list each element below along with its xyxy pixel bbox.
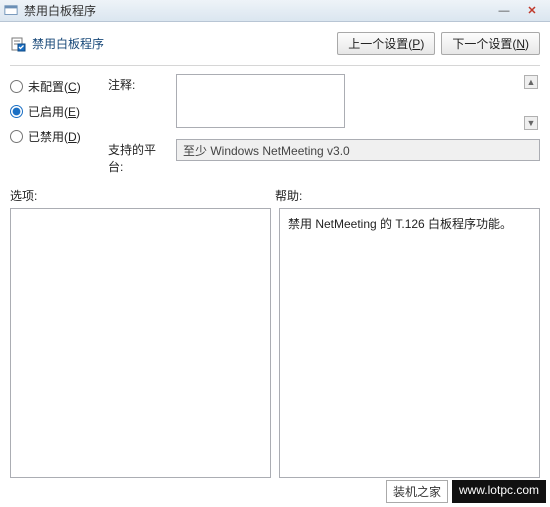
- app-icon: [4, 4, 18, 18]
- comment-label: 注释:: [108, 74, 168, 93]
- close-button[interactable]: ✕: [518, 2, 546, 20]
- options-panel[interactable]: [10, 208, 271, 478]
- radio-enabled-input[interactable]: [10, 105, 23, 118]
- policy-title: 禁用白板程序: [32, 35, 104, 52]
- watermark: 装机之家 www.lotpc.com: [386, 480, 546, 503]
- help-label: 帮助:: [275, 187, 540, 204]
- scroll-down-icon[interactable]: ▼: [524, 116, 538, 130]
- state-radio-group: 未配置(C) 已启用(E) 已禁用(D): [10, 74, 108, 175]
- platform-value: 至少 Windows NetMeeting v3.0: [176, 139, 540, 161]
- comment-input[interactable]: [176, 74, 345, 128]
- minimize-button[interactable]: —: [490, 2, 518, 20]
- radio-enabled[interactable]: 已启用(E): [10, 103, 108, 120]
- options-label: 选项:: [10, 187, 275, 204]
- watermark-brand: 装机之家: [386, 480, 448, 503]
- radio-not-configured[interactable]: 未配置(C): [10, 78, 108, 95]
- policy-header: 禁用白板程序: [10, 35, 104, 52]
- radio-disabled-input[interactable]: [10, 130, 23, 143]
- next-setting-button[interactable]: 下一个设置(N): [441, 32, 540, 55]
- help-text: 禁用 NetMeeting 的 T.126 白板程序功能。: [288, 217, 512, 231]
- scroll-up-icon[interactable]: ▲: [524, 75, 538, 89]
- policy-icon: [10, 36, 26, 52]
- window-title: 禁用白板程序: [24, 2, 490, 19]
- watermark-url: www.lotpc.com: [452, 480, 546, 503]
- radio-disabled[interactable]: 已禁用(D): [10, 128, 108, 145]
- radio-not-configured-input[interactable]: [10, 80, 23, 93]
- platform-label: 支持的平台:: [108, 139, 168, 175]
- prev-setting-button[interactable]: 上一个设置(P): [337, 32, 435, 55]
- divider: [10, 65, 540, 66]
- window-controls: — ✕: [490, 2, 546, 20]
- help-panel[interactable]: 禁用 NetMeeting 的 T.126 白板程序功能。: [279, 208, 540, 478]
- titlebar: 禁用白板程序 — ✕: [0, 0, 550, 22]
